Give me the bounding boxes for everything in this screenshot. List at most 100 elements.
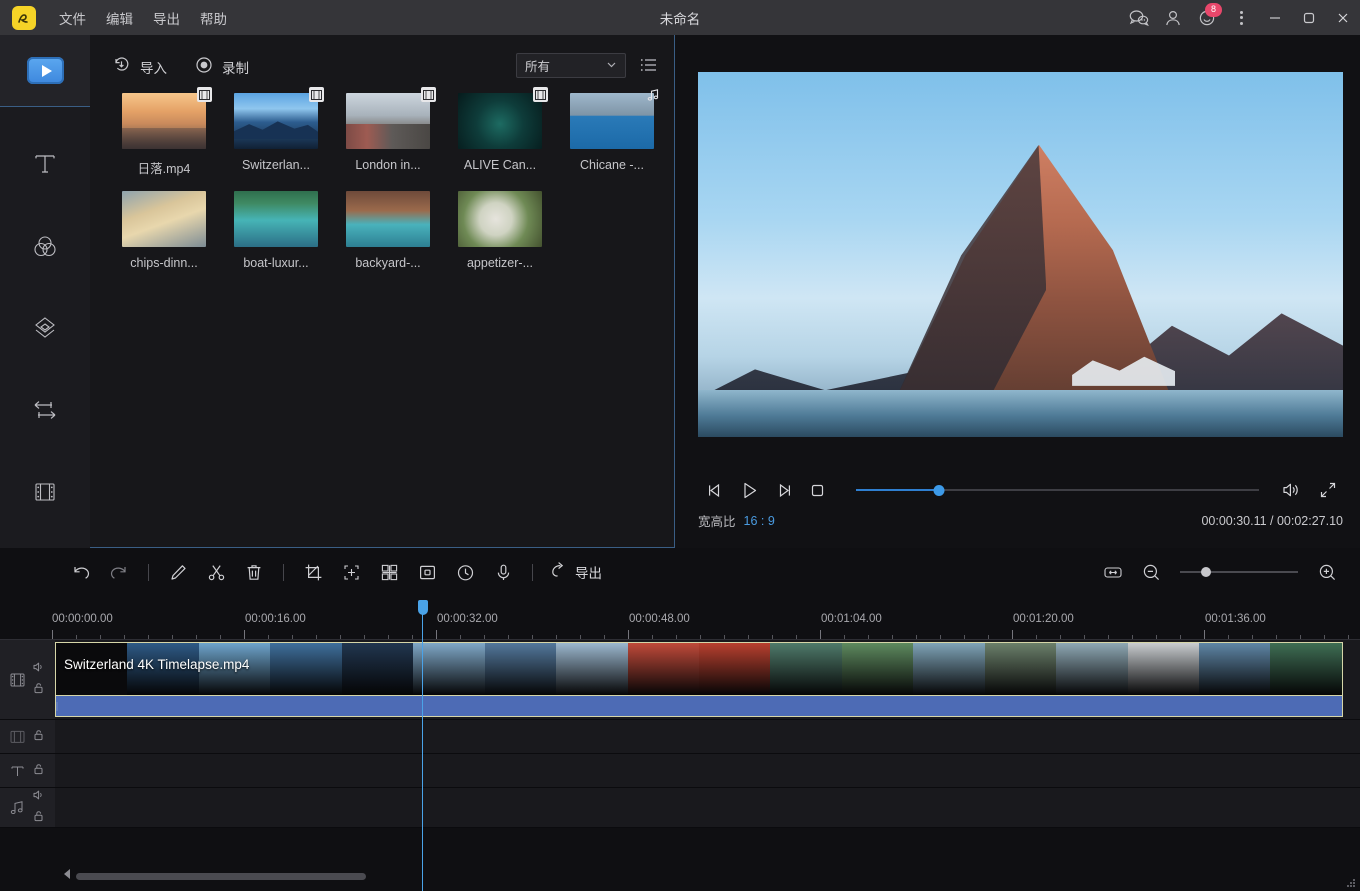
time-display: 00:00:30.11 / 00:02:27.10: [1201, 514, 1343, 528]
split-button[interactable]: [197, 553, 235, 591]
sidebar-item-text[interactable]: [0, 125, 90, 207]
preview-meta: 宽高比 16 : 9 00:00:30.11 / 00:02:27.10: [698, 511, 1343, 530]
redo-button[interactable]: [100, 553, 138, 591]
track-lock-icon[interactable]: [32, 762, 45, 780]
fit-timeline-button[interactable]: [1094, 553, 1132, 591]
window-resize-grip[interactable]: [1345, 877, 1357, 889]
next-frame-button[interactable]: [766, 475, 800, 505]
playhead-handle[interactable]: [418, 600, 428, 615]
aspect-ratio-value[interactable]: 16 : 9: [744, 514, 775, 528]
video-preview[interactable]: [698, 72, 1343, 437]
timeline-ruler[interactable]: 00:00:00.00 00:00:16.00 00:00:32.00 00:0…: [0, 608, 1360, 640]
media-filter-select[interactable]: 所有: [516, 53, 626, 78]
media-item[interactable]: boat-luxur...: [220, 191, 332, 270]
left-sidebar: [0, 35, 90, 548]
keyframe-button[interactable]: [332, 553, 370, 591]
volume-button[interactable]: [1275, 475, 1305, 505]
text-track-header[interactable]: [0, 754, 55, 787]
media-item[interactable]: backyard-...: [332, 191, 444, 270]
audio-track[interactable]: [0, 788, 1360, 828]
overlay-track-body[interactable]: [55, 720, 1360, 753]
pip-button[interactable]: [408, 553, 446, 591]
track-lock-icon[interactable]: [32, 809, 45, 827]
mosaic-button[interactable]: [370, 553, 408, 591]
media-item-label: Chicane -...: [580, 158, 644, 172]
overlay-track[interactable]: [0, 720, 1360, 754]
media-item-label: backyard-...: [355, 256, 420, 270]
timeline-scrollbar[interactable]: [0, 869, 1360, 883]
minimize-icon[interactable]: [1258, 0, 1292, 35]
import-label: 导入: [140, 57, 167, 77]
undo-button[interactable]: [62, 553, 100, 591]
track-lock-icon[interactable]: [32, 681, 45, 699]
seek-slider[interactable]: [856, 483, 1259, 497]
media-item[interactable]: London in...: [332, 93, 444, 177]
menu-help[interactable]: 帮助: [190, 4, 237, 32]
zoom-slider-handle[interactable]: [1201, 567, 1211, 577]
media-item[interactable]: chips-dinn...: [108, 191, 220, 270]
video-type-icon: [197, 87, 212, 102]
audio-track-body[interactable]: [55, 788, 1360, 827]
scrollbar-thumb[interactable]: [76, 873, 366, 880]
previous-frame-button[interactable]: [698, 475, 732, 505]
crop-button[interactable]: [294, 553, 332, 591]
clip-audio-waveform[interactable]: [55, 696, 1343, 717]
track-mute-icon[interactable]: [32, 788, 45, 806]
media-item[interactable]: 日落.mp4: [108, 93, 220, 177]
media-item[interactable]: Chicane -...: [556, 93, 668, 177]
video-type-icon: [533, 87, 548, 102]
menu-file[interactable]: 文件: [49, 4, 96, 32]
user-account-icon[interactable]: [1156, 0, 1190, 35]
seek-handle[interactable]: [933, 485, 944, 496]
scroll-left-arrow-icon[interactable]: [62, 867, 72, 885]
video-editor-window: 文件 编辑 导出 帮助 未命名: [0, 0, 1360, 891]
text-track[interactable]: [0, 754, 1360, 788]
ruler-label: 00:00:48.00: [629, 613, 690, 625]
playhead[interactable]: [422, 614, 423, 891]
maximize-icon[interactable]: [1292, 0, 1326, 35]
track-mute-icon[interactable]: [32, 660, 45, 678]
more-options-icon[interactable]: [1224, 0, 1258, 35]
sidebar-item-media[interactable]: [0, 35, 90, 107]
menu-export[interactable]: 导出: [143, 4, 190, 32]
edit-button[interactable]: [159, 553, 197, 591]
delete-button[interactable]: [235, 553, 273, 591]
clip-frame: [913, 643, 984, 695]
play-button[interactable]: [732, 475, 766, 505]
menu-edit[interactable]: 编辑: [96, 4, 143, 32]
import-button[interactable]: 导入: [112, 55, 167, 79]
media-thumbnail: [458, 191, 542, 247]
zoom-slider[interactable]: [1180, 565, 1298, 579]
overlay-track-header[interactable]: [0, 720, 55, 753]
voiceover-button[interactable]: [484, 553, 522, 591]
media-thumbnail: [122, 191, 206, 247]
notification-bell-icon[interactable]: 8: [1190, 0, 1224, 35]
clip-frame: [556, 643, 627, 695]
sidebar-item-transitions[interactable]: [0, 371, 90, 453]
video-track[interactable]: Switzerland 4K Timelapse.mp4: [0, 640, 1360, 720]
ruler-label: 00:01:36.00: [1205, 613, 1266, 625]
record-button[interactable]: 录制: [195, 56, 249, 79]
timeline-clip[interactable]: Switzerland 4K Timelapse.mp4: [55, 642, 1343, 696]
sidebar-item-filters[interactable]: [0, 207, 90, 289]
zoom-out-button[interactable]: [1132, 553, 1170, 591]
media-item[interactable]: appetizer-...: [444, 191, 556, 270]
fullscreen-button[interactable]: [1313, 475, 1343, 505]
list-view-icon[interactable]: [638, 54, 660, 76]
sidebar-item-overlays[interactable]: [0, 289, 90, 371]
media-item-label: Switzerlan...: [242, 158, 310, 172]
zoom-in-button[interactable]: [1308, 553, 1346, 591]
sidebar-item-elements[interactable]: [0, 453, 90, 535]
video-track-body[interactable]: Switzerland 4K Timelapse.mp4: [55, 640, 1360, 719]
export-button[interactable]: 导出: [549, 560, 602, 584]
media-item[interactable]: ALIVE Can...: [444, 93, 556, 177]
video-track-header[interactable]: [0, 640, 55, 719]
stop-button[interactable]: [800, 475, 834, 505]
chat-bubbles-icon[interactable]: [1122, 0, 1156, 35]
track-lock-icon[interactable]: [32, 728, 45, 746]
audio-track-header[interactable]: [0, 788, 55, 827]
close-icon[interactable]: [1326, 0, 1360, 35]
media-item[interactable]: Switzerlan...: [220, 93, 332, 177]
text-track-body[interactable]: [55, 754, 1360, 787]
speed-button[interactable]: [446, 553, 484, 591]
